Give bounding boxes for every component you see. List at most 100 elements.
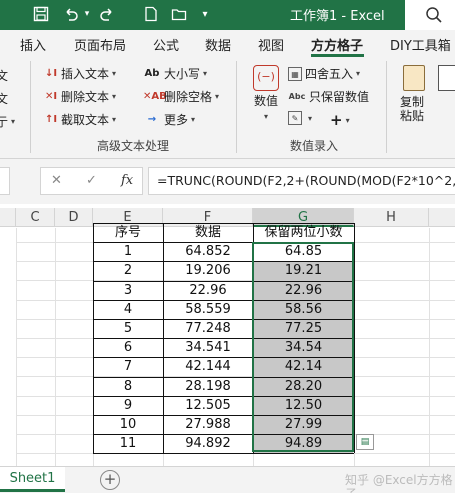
table-cell[interactable]: 11: [93, 434, 163, 453]
table-cell[interactable]: 42.14: [253, 357, 354, 376]
table-border: [93, 415, 354, 416]
keep-value-button[interactable]: Abc 只保留数值: [288, 88, 369, 105]
table-cell[interactable]: 7: [93, 357, 163, 376]
delete-space-button[interactable]: ✕AB 删除空格 ▾: [143, 88, 219, 105]
copy-paste-button[interactable]: 复制粘贴: [394, 65, 434, 123]
new-sheet-button[interactable]: [438, 65, 455, 91]
column-header-d[interactable]: D: [55, 208, 93, 227]
table-cell[interactable]: 8: [93, 377, 163, 396]
confirm-icon[interactable]: ✓: [86, 173, 97, 188]
ribbon-separator: [386, 61, 387, 153]
chevron-down-icon: ▾: [191, 115, 196, 124]
tab-insert[interactable]: 插入: [20, 35, 46, 54]
table-cell[interactable]: 77.25: [253, 319, 354, 338]
tab-fangfang-gezi[interactable]: 方方格子: [311, 35, 363, 54]
chevron-down-icon: ▾: [112, 69, 117, 78]
table-cell[interactable]: 19.21: [253, 261, 354, 280]
insert-text-button[interactable]: ↓I 插入文本 ▾: [44, 65, 116, 82]
table-cell[interactable]: 6: [93, 338, 163, 357]
customize-toolbar-icon[interactable]: ▾: [198, 2, 212, 26]
formula-input[interactable]: =TRUNC(ROUND(F2,2+(ROUND(MOD(F2*10^2,2): [148, 167, 455, 195]
table-header-cell[interactable]: 数据: [163, 223, 253, 242]
name-box-edge[interactable]: [0, 167, 10, 195]
ribbon-separator: [236, 61, 237, 153]
table-cell[interactable]: 12.505: [163, 396, 253, 415]
table-cell[interactable]: 10: [93, 415, 163, 434]
fx-icon[interactable]: fx: [121, 173, 133, 188]
value-label: 数值: [253, 94, 278, 108]
table-cell[interactable]: 42.144: [163, 357, 253, 376]
table-cell[interactable]: 28.20: [253, 377, 354, 396]
chevron-down-icon: ▾: [308, 113, 313, 123]
table-tool-button[interactable]: ✎ ▾: [288, 111, 312, 125]
column-header-next[interactable]: [429, 208, 455, 227]
table-cell[interactable]: 34.541: [163, 338, 253, 357]
undo-dropdown-icon[interactable]: ▾: [82, 2, 92, 26]
table-cell[interactable]: 22.96: [163, 281, 253, 300]
table-cell[interactable]: 1: [93, 242, 163, 261]
table-cell[interactable]: 12.50: [253, 396, 354, 415]
tab-view[interactable]: 视图: [258, 35, 284, 54]
column-header-c[interactable]: C: [16, 208, 55, 227]
table-cell[interactable]: 58.56: [253, 300, 354, 319]
table-cell[interactable]: 2: [93, 261, 163, 280]
table-cell[interactable]: 22.96: [253, 281, 354, 300]
search-box[interactable]: [405, 0, 455, 30]
table-cell[interactable]: 64.85: [253, 242, 354, 261]
table-cell[interactable]: 64.852: [163, 242, 253, 261]
table-cell[interactable]: 4: [93, 300, 163, 319]
column-header-h[interactable]: H: [354, 208, 429, 227]
value-button[interactable]: (−) 数值 ▾: [250, 65, 282, 124]
chevron-down-icon: ▾: [345, 115, 350, 125]
tab-data[interactable]: 数据: [205, 35, 231, 54]
keep-value-label: 只保留数值: [309, 90, 370, 104]
grid-column-line: [55, 228, 56, 466]
column-header-corner[interactable]: [0, 208, 16, 227]
redo-icon[interactable]: [96, 2, 118, 26]
cutoff-item-1[interactable]: 文: [0, 67, 8, 84]
extract-text-button[interactable]: ↑I 截取文本 ▾: [44, 111, 116, 128]
more-button[interactable]: → 更多 ▾: [143, 111, 195, 128]
table-cell[interactable]: 94.89: [253, 434, 354, 453]
tab-page-layout[interactable]: 页面布局: [74, 35, 126, 54]
worksheet-grid[interactable]: C D E F G H 序号 数据 保留两位小数 1 64.852 64.85 2 19.20…: [0, 204, 455, 466]
table-cell[interactable]: 94.892: [163, 434, 253, 453]
plus-button[interactable]: + ▾: [330, 111, 350, 129]
table-cell[interactable]: 58.559: [163, 300, 253, 319]
table-cell[interactable]: 9: [93, 396, 163, 415]
open-icon[interactable]: [168, 2, 190, 26]
keep-value-icon: Abc: [288, 91, 306, 101]
add-sheet-icon[interactable]: +: [100, 470, 120, 490]
tab-diy-toolbox[interactable]: DIY工具箱: [390, 35, 451, 54]
table-border: [93, 338, 354, 340]
delete-text-button[interactable]: ✕I 删除文本 ▾: [44, 88, 116, 105]
sheet-tab-sheet1[interactable]: Sheet1: [0, 467, 65, 492]
table-cell[interactable]: 27.99: [253, 415, 354, 434]
new-file-icon[interactable]: [140, 2, 162, 26]
table-cell[interactable]: 27.988: [163, 415, 253, 434]
table-border: [93, 434, 354, 436]
undo-icon[interactable]: [60, 2, 82, 26]
cutoff-item-2[interactable]: 文: [0, 90, 8, 107]
table-header-cell[interactable]: 序号: [93, 223, 163, 242]
cutoff-item-3[interactable]: 亍 ▾: [0, 113, 15, 130]
round-button[interactable]: ▦ 四舍五入 ▾: [288, 65, 360, 82]
tab-formulas[interactable]: 公式: [153, 35, 179, 54]
table-cell[interactable]: 5: [93, 319, 163, 338]
copy-paste-label: 复制粘贴: [399, 95, 424, 123]
grid-column-line: [429, 228, 430, 466]
save-icon[interactable]: [30, 2, 52, 26]
table-cell[interactable]: 34.54: [253, 338, 354, 357]
chevron-down-icon: ▾: [263, 112, 268, 121]
extract-text-label: 截取文本: [61, 113, 110, 127]
table-cell[interactable]: 19.206: [163, 261, 253, 280]
table-header-cell[interactable]: 保留两位小数: [253, 223, 354, 242]
formula-buttons: ✕ ✓ fx: [40, 167, 143, 195]
quick-analysis-icon[interactable]: ▤: [356, 434, 374, 450]
case-button[interactable]: Ab 大小写 ▾: [143, 65, 207, 82]
table-cell[interactable]: 77.248: [163, 319, 253, 338]
table-cell[interactable]: 28.198: [163, 377, 253, 396]
cancel-icon[interactable]: ✕: [51, 173, 62, 188]
delete-space-icon: ✕AB: [143, 90, 167, 102]
table-cell[interactable]: 3: [93, 281, 163, 300]
